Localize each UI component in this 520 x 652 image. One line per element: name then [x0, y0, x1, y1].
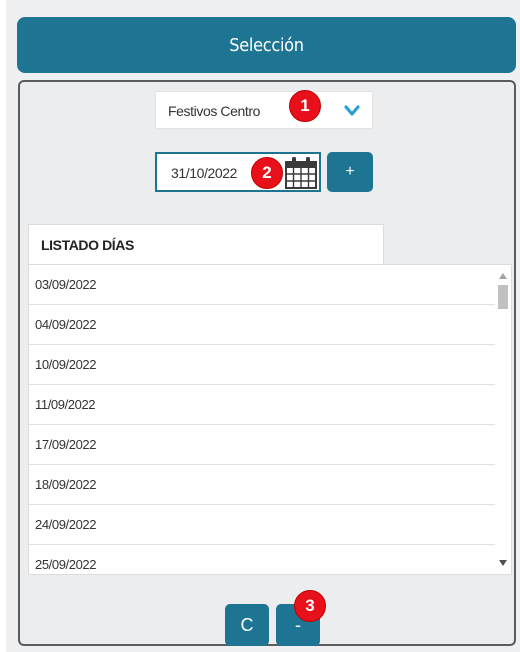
calendar-dropdown[interactable]: Festivos Centro: [155, 91, 373, 129]
calendar-icon[interactable]: [283, 156, 319, 190]
list-item[interactable]: 04/09/2022: [29, 305, 496, 345]
add-date-button[interactable]: +: [327, 152, 373, 192]
app-frame: Selección Festivos Centro 1 31/10/2022 2…: [6, 0, 520, 652]
list-scrollbar[interactable]: [495, 265, 511, 574]
list-item[interactable]: 25/09/2022: [29, 545, 496, 574]
list-item[interactable]: 17/09/2022: [29, 425, 496, 465]
annotation-badge-3: 3: [294, 590, 326, 622]
clear-button[interactable]: C: [225, 604, 269, 646]
chevron-down-icon: [344, 105, 360, 116]
list-item[interactable]: 18/09/2022: [29, 465, 496, 505]
list-item[interactable]: 11/09/2022: [29, 385, 496, 425]
list-item[interactable]: 03/09/2022: [29, 265, 496, 305]
list-header: LISTADO DÍAS: [28, 224, 384, 264]
date-field[interactable]: 31/10/2022: [155, 152, 321, 192]
days-list-rows: 03/09/2022 04/09/2022 10/09/2022 11/09/2…: [29, 265, 496, 574]
list-item[interactable]: 10/09/2022: [29, 345, 496, 385]
list-item[interactable]: 24/09/2022: [29, 505, 496, 545]
annotation-badge-1: 1: [289, 90, 321, 122]
scroll-thumb[interactable]: [498, 285, 508, 309]
selection-panel: Festivos Centro 1 31/10/2022 2 + LISTADO…: [18, 80, 516, 646]
scroll-down-arrow-icon[interactable]: [499, 560, 507, 566]
page-title: Selección: [17, 17, 516, 73]
annotation-badge-2: 2: [251, 157, 283, 189]
days-list[interactable]: 03/09/2022 04/09/2022 10/09/2022 11/09/2…: [28, 264, 512, 575]
calendar-dropdown-value: Festivos Centro: [168, 103, 261, 119]
scroll-up-arrow-icon[interactable]: [499, 273, 507, 279]
date-field-value: 31/10/2022: [171, 165, 238, 181]
